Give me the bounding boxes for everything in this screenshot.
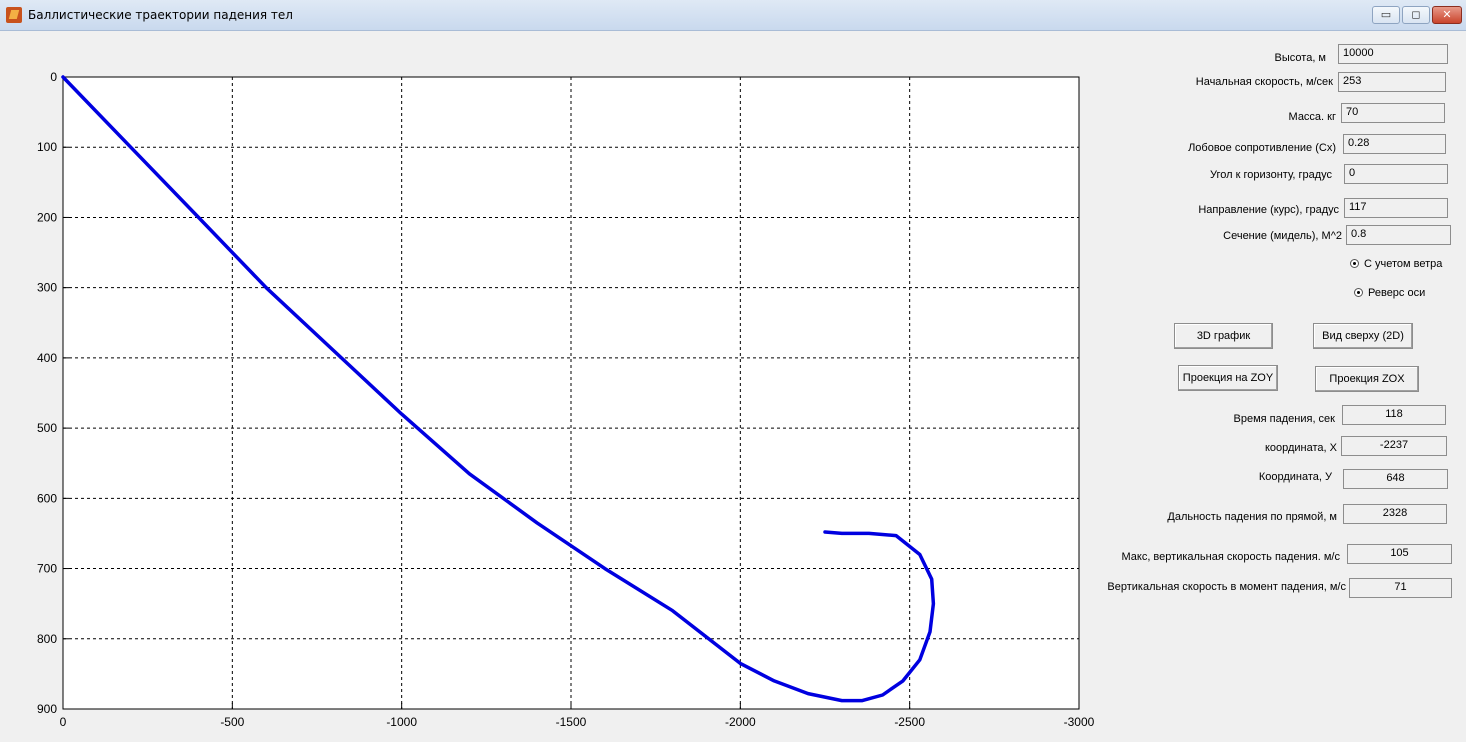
cross-section-input[interactable]: 0.8 — [1346, 225, 1451, 245]
mass-input[interactable]: 70 — [1341, 103, 1445, 123]
projection-zox-button[interactable]: Проекция ZOX — [1315, 366, 1419, 392]
reverse-axis-radio-label: Реверс оси — [1368, 287, 1426, 299]
close-button[interactable]: ✕ — [1432, 6, 1462, 24]
label-direction: Направление (курс), градус — [1198, 204, 1339, 216]
y-tick-label: 300 — [37, 281, 57, 295]
label-cross-section: Сечение (мидель), М^2 — [1223, 230, 1342, 242]
window-title: Баллистические траектории падения тел — [28, 8, 293, 22]
x-tick-label: -3000 — [1064, 715, 1095, 729]
y-tick-label: 900 — [37, 702, 57, 716]
projection-zoy-button[interactable]: Проекция на ZOY — [1178, 365, 1278, 391]
label-impact-vertical-speed: Вертикальная скорость в момент падения, … — [1107, 581, 1346, 593]
label-angle: Угол к горизонту, градус — [1210, 169, 1332, 181]
fall-time-output: 118 — [1342, 405, 1446, 425]
initial-speed-input[interactable]: 253 — [1338, 72, 1446, 92]
label-coord-y: Координата, У — [1258, 471, 1332, 483]
y-tick-label: 500 — [37, 421, 57, 435]
y-tick-label: 600 — [37, 491, 57, 505]
label-height: Высота, м — [1274, 52, 1326, 64]
label-drag: Лобовое сопротивление (Cx) — [1188, 142, 1336, 154]
drag-input[interactable]: 0.28 — [1343, 134, 1446, 154]
label-max-vertical-speed: Макс, вертикальная скорость падения. м/с — [1121, 551, 1340, 563]
coord-y-output: 648 — [1343, 469, 1448, 489]
x-tick-label: -2000 — [725, 715, 756, 729]
y-tick-label: 700 — [37, 562, 57, 576]
title-bar: Баллистические траектории падения тел ▭ … — [0, 0, 1466, 31]
radio-selected-icon — [1350, 259, 1359, 268]
x-tick-label: -1500 — [556, 715, 587, 729]
direction-input[interactable]: 117 — [1344, 198, 1448, 218]
y-tick-label: 100 — [37, 140, 57, 154]
range-output: 2328 — [1343, 504, 1447, 524]
label-mass: Масса. кг — [1288, 111, 1336, 123]
label-coord-x: координата, X — [1264, 442, 1337, 454]
y-tick-label: 400 — [37, 351, 57, 365]
y-tick-label: 0 — [50, 70, 57, 84]
maximize-button[interactable]: ◻ — [1402, 6, 1430, 24]
minimize-button[interactable]: ▭ — [1372, 6, 1400, 24]
label-initial-speed: Начальная скорость, м/сек — [1195, 76, 1333, 88]
angle-input[interactable]: 0 — [1344, 164, 1448, 184]
impact-vertical-speed-output: 71 — [1349, 578, 1452, 598]
x-tick-label: 0 — [60, 715, 67, 729]
wind-radio-label: С учетом ветра — [1364, 258, 1443, 270]
height-input[interactable]: 10000 — [1338, 44, 1448, 64]
x-tick-label: -1000 — [386, 715, 417, 729]
reverse-axis-radio[interactable]: Реверс оси — [1354, 287, 1425, 299]
matlab-icon — [6, 7, 22, 23]
top-view-button[interactable]: Вид сверху (2D) — [1313, 323, 1413, 349]
y-tick-label: 800 — [37, 632, 57, 646]
label-range: Дальность падения по прямой, м — [1167, 511, 1337, 523]
y-tick-label: 200 — [37, 210, 57, 224]
radio-selected-icon — [1354, 288, 1363, 297]
x-tick-label: -2500 — [894, 715, 925, 729]
label-fall-time: Время падения, сек — [1233, 413, 1335, 425]
trajectory-chart: 0 -500 -1000 -1500 -2000 -2500 -3000 0 100 200 300… — [37, 70, 1095, 729]
coord-x-output: -2237 — [1341, 436, 1447, 456]
x-tick-label: -500 — [220, 715, 244, 729]
plot-3d-button[interactable]: 3D график — [1174, 323, 1273, 349]
max-vertical-speed-output: 105 — [1347, 544, 1452, 564]
wind-radio[interactable]: С учетом ветра — [1350, 258, 1442, 270]
plot-area — [63, 77, 1079, 709]
